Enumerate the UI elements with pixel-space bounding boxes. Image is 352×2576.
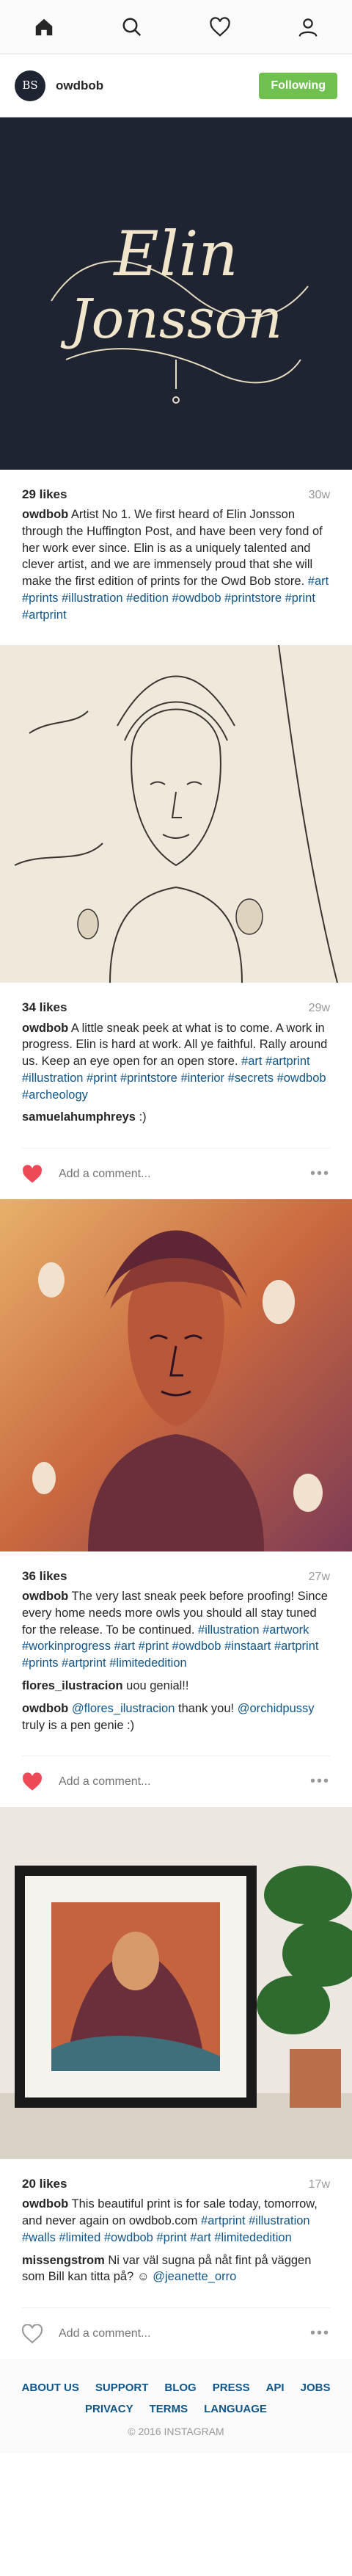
pencil-sketch-illustration xyxy=(0,645,352,983)
caption: owdbob This beautiful print is for sale … xyxy=(22,2196,330,2246)
colored-portrait-illustration xyxy=(0,1199,352,1552)
timestamp[interactable]: 17w xyxy=(309,2177,330,2193)
likes-count[interactable]: 34 likes xyxy=(22,999,67,1016)
post: 36 likes 27w owdbob The very last sneak … xyxy=(0,1199,352,1807)
framed-print-photo xyxy=(0,1807,352,2160)
footer-link-blog[interactable]: Blog xyxy=(164,2381,196,2396)
comment-bar: ••• xyxy=(22,1755,330,1807)
like-heart-icon[interactable] xyxy=(22,2322,45,2346)
footer-link-press[interactable]: Press xyxy=(213,2381,250,2396)
footer-link-api[interactable]: API xyxy=(266,2381,285,2396)
more-options-icon[interactable]: ••• xyxy=(310,2324,330,2344)
comment-bar: ••• xyxy=(22,1148,330,1199)
post: 34 likes 29w owdbob A little sneak peek … xyxy=(0,645,352,1199)
search-icon[interactable] xyxy=(116,11,148,43)
caption: owdbob Artist No 1. We first heard of El… xyxy=(22,506,330,623)
footer-link-about[interactable]: About us xyxy=(22,2381,79,2396)
more-options-icon[interactable]: ••• xyxy=(310,1164,330,1185)
lettering-elin: Elin xyxy=(112,218,238,290)
caption-user[interactable]: owdbob xyxy=(22,1022,68,1035)
footer-link-terms[interactable]: Terms xyxy=(150,2402,188,2417)
copyright: © 2016 INSTAGRAM xyxy=(128,2425,224,2437)
more-options-icon[interactable]: ••• xyxy=(310,1772,330,1792)
caption-user[interactable]: owdbob xyxy=(22,1590,68,1603)
comment-text: :) xyxy=(139,1110,147,1124)
post-body: 34 likes 29w owdbob A little sneak peek … xyxy=(0,983,352,1148)
comment-text: thank you! xyxy=(177,1701,235,1715)
post-body: 36 likes 27w owdbob The very last sneak … xyxy=(0,1551,352,1755)
comment-user[interactable]: missengstrom xyxy=(22,2254,105,2267)
username[interactable]: owdbob xyxy=(56,77,259,94)
comment-user[interactable]: flores_ilustracion xyxy=(22,1679,123,1692)
avatar[interactable]: BS xyxy=(15,70,45,101)
comment-mention[interactable]: @orchidpussy xyxy=(238,1702,315,1715)
footer-link-language[interactable]: Language xyxy=(204,2402,267,2417)
comment-text: uou genial!! xyxy=(126,1679,189,1693)
timestamp[interactable]: 27w xyxy=(309,1569,330,1585)
comment: missengstrom Ni var väl sugna på nåt fin… xyxy=(22,2252,330,2286)
footer-link-support[interactable]: Support xyxy=(95,2381,149,2396)
caption-user[interactable]: owdbob xyxy=(22,508,68,521)
post-image-framed-print[interactable] xyxy=(0,1807,352,2160)
comment-user[interactable]: owdbob xyxy=(22,1702,68,1715)
elin-jonsson-lettering: Elin Jonsson xyxy=(51,218,309,404)
comment: samuelahumphreys :) xyxy=(22,1109,330,1126)
comment-mention[interactable]: @flores_ilustracion xyxy=(72,1702,175,1715)
likes-count[interactable]: 36 likes xyxy=(22,1568,67,1584)
comment-bar: ••• xyxy=(22,2307,330,2359)
following-button[interactable]: Following xyxy=(259,72,337,99)
caption: owdbob A little sneak peek at what is to… xyxy=(22,1020,330,1104)
comment-mention[interactable]: @jeanette_orro xyxy=(153,2270,236,2283)
lettering-jonsson: Jonsson xyxy=(60,288,282,351)
comment-input[interactable] xyxy=(59,2326,310,2340)
like-heart-icon[interactable] xyxy=(22,1163,45,1186)
profile-icon[interactable] xyxy=(292,11,324,43)
footer-link-jobs[interactable]: Jobs xyxy=(301,2381,331,2396)
comment-input[interactable] xyxy=(59,1775,310,1789)
comment: owdbob @flores_ilustracion thank you! @o… xyxy=(22,1700,330,1734)
footer: About us Support Blog Press API Jobs Pri… xyxy=(0,2359,352,2453)
likes-count[interactable]: 29 likes xyxy=(22,486,67,503)
home-icon[interactable] xyxy=(28,11,60,43)
post-body: 29 likes 30w owdbob Artist No 1. We firs… xyxy=(0,470,352,645)
comment-text: truly is a pen genie :) xyxy=(22,1718,135,1732)
top-nav xyxy=(0,0,352,54)
footer-links: About us Support Blog Press API Jobs Pri… xyxy=(15,2381,337,2417)
comment: flores_ilustracion uou genial!! xyxy=(22,1678,330,1695)
heart-icon[interactable] xyxy=(204,11,236,43)
caption: owdbob The very last sneak peek before p… xyxy=(22,1588,330,1672)
footer-link-privacy[interactable]: Privacy xyxy=(85,2402,133,2417)
post: 20 likes 17w owdbob This beautiful print… xyxy=(0,1807,352,2359)
post-image-elin-jonsson[interactable]: Elin Jonsson xyxy=(0,117,352,470)
likes-count[interactable]: 20 likes xyxy=(22,2175,67,2192)
timestamp[interactable]: 30w xyxy=(309,487,330,503)
post-image-colored-portrait[interactable] xyxy=(0,1199,352,1552)
like-heart-icon[interactable] xyxy=(22,1770,45,1794)
timestamp[interactable]: 29w xyxy=(309,1000,330,1016)
post-body: 20 likes 17w owdbob This beautiful print… xyxy=(0,2159,352,2307)
profile-header: BS owdbob Following xyxy=(0,54,352,117)
post: Elin Jonsson 29 likes 30w owdbob Artist … xyxy=(0,117,352,645)
caption-user[interactable]: owdbob xyxy=(22,2197,68,2211)
comment-input[interactable] xyxy=(59,1167,310,1181)
comment-user[interactable]: samuelahumphreys xyxy=(22,1110,136,1124)
post-image-sketch[interactable] xyxy=(0,645,352,983)
